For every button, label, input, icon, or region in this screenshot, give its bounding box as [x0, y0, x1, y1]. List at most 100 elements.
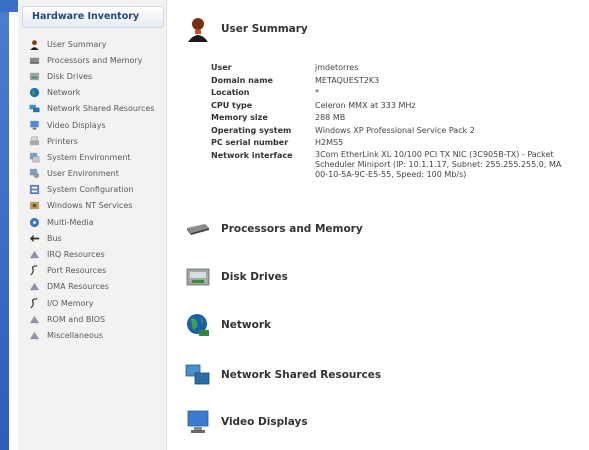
user-icon	[188, 18, 208, 42]
sidebar-item-network-shared-resources[interactable]: Network Shared Resources	[22, 101, 164, 117]
sidebar-item-label: DMA Resources	[47, 282, 109, 292]
sidebar-item-label: System Environment	[47, 152, 131, 162]
io-memory-icon	[28, 297, 40, 309]
main-content: User Summary User jmdetorres Domain name…	[185, 0, 589, 450]
summary-value: Celeron MMX at 333 MHz	[315, 100, 416, 110]
sidebar-item-label: Network Shared Resources	[47, 104, 155, 114]
summary-value: METAQUEST2K3	[315, 75, 380, 85]
shared-resources-icon	[185, 364, 210, 385]
sidebar-item-windows-nt-services[interactable]: Windows NT Services	[22, 198, 164, 214]
multimedia-icon	[28, 216, 40, 228]
irq-icon	[28, 249, 40, 261]
summary-key: CPU type	[211, 100, 253, 110]
bus-icon	[28, 232, 40, 244]
sidebar-item-system-configuration[interactable]: System Configuration	[22, 182, 164, 198]
sidebar-item-label: Printers	[47, 136, 78, 146]
services-icon	[28, 200, 40, 212]
summary-row: Location *	[211, 87, 589, 100]
user-icon	[28, 38, 40, 50]
summary-row: Operating system Windows XP Professional…	[211, 125, 589, 138]
summary-value: 288 MB	[315, 113, 346, 122]
user-environment-icon	[28, 168, 40, 180]
sidebar-item-label: I/O Memory	[47, 298, 94, 308]
section-user-summary: User Summary	[185, 16, 308, 42]
sidebar-item-printers[interactable]: Printers	[22, 133, 164, 149]
monitor-icon	[28, 119, 40, 131]
summary-value: jmdetorres	[315, 63, 359, 72]
section-disk-drives[interactable]: Disk Drives	[185, 264, 288, 290]
sidebar-title: Hardware Inventory	[32, 11, 140, 22]
disk-icon	[28, 70, 40, 82]
system-config-icon	[28, 184, 40, 196]
network-globe-icon	[187, 314, 209, 336]
summary-key: User	[211, 63, 232, 72]
sidebar-item-label: Processors and Memory	[47, 55, 143, 65]
misc-icon	[28, 329, 40, 341]
sidebar-item-io-memory[interactable]: I/O Memory	[22, 295, 164, 311]
section-title: Network	[221, 319, 272, 331]
sidebar-item-label: Port Resources	[47, 266, 107, 276]
sidebar-item-label: Miscellaneous	[47, 330, 104, 340]
summary-row: Domain name METAQUEST2K3	[211, 75, 589, 88]
sidebar-item-label: Disk Drives	[47, 71, 93, 81]
sidebar-item-label: IRQ Resources	[47, 250, 105, 260]
summary-value: 3Com EtherLink XL 10/100 PCI TX NIC (3C9…	[315, 149, 562, 179]
sidebar-item-network[interactable]: Network	[22, 85, 164, 101]
dma-icon	[28, 281, 40, 293]
sidebar-item-label: Multi-Media	[47, 217, 94, 227]
section-video-displays[interactable]: Video Displays	[185, 409, 308, 435]
section-title: User Summary	[221, 23, 308, 35]
processor-chip-icon	[187, 224, 209, 235]
summary-key: Network interface	[211, 150, 293, 160]
sidebar-item-irq-resources[interactable]: IRQ Resources	[22, 246, 164, 262]
sidebar-item-dma-resources[interactable]: DMA Resources	[22, 279, 164, 295]
sidebar-item-port-resources[interactable]: Port Resources	[22, 263, 164, 279]
summary-row: Memory size 288 MB	[211, 112, 589, 125]
section-title: Processors and Memory	[221, 223, 363, 235]
sidebar-item-user-environment[interactable]: User Environment	[22, 166, 164, 182]
section-processors-and-memory[interactable]: Processors and Memory	[185, 216, 363, 242]
sidebar-item-bus[interactable]: Bus	[22, 230, 164, 246]
sidebar-nav: User Summary Processors and Memory Disk …	[22, 36, 164, 344]
sidebar-item-label: System Configuration	[47, 185, 134, 195]
summary-value: Windows XP Professional Service Pack 2	[315, 125, 475, 135]
shared-resources-icon	[28, 103, 40, 115]
summary-key: Memory size	[211, 113, 268, 122]
summary-key: PC serial number	[211, 138, 289, 147]
sidebar-item-label: Video Displays	[47, 120, 106, 130]
summary-key: Operating system	[211, 125, 292, 135]
sidebar-item-label: ROM and BIOS	[47, 314, 106, 324]
sidebar-item-system-environment[interactable]: System Environment	[22, 149, 164, 165]
user-summary-table: User jmdetorres Domain name METAQUEST2K3…	[211, 62, 589, 180]
section-network[interactable]: Network	[185, 312, 271, 338]
sidebar-item-label: User Environment	[47, 169, 119, 179]
summary-row: CPU type Celeron MMX at 333 MHz	[211, 100, 589, 113]
sidebar-item-label: Network	[47, 88, 81, 98]
monitor-icon	[187, 410, 209, 433]
sidebar-item-label: Bus	[47, 233, 62, 243]
rom-bios-icon	[28, 313, 40, 325]
sidebar-item-video-displays[interactable]: Video Displays	[22, 117, 164, 133]
summary-key: Domain name	[211, 75, 273, 85]
section-title: Network Shared Resources	[221, 369, 382, 381]
network-globe-icon	[28, 87, 40, 99]
sidebar-item-processors-and-memory[interactable]: Processors and Memory	[22, 52, 164, 68]
sidebar-item-multi-media[interactable]: Multi-Media	[22, 214, 164, 230]
sidebar-item-user-summary[interactable]: User Summary	[22, 36, 164, 52]
summary-row: Network interface 3Com EtherLink XL 10/1…	[211, 150, 589, 181]
sidebar-item-rom-and-bios[interactable]: ROM and BIOS	[22, 311, 164, 327]
section-title: Video Displays	[221, 416, 308, 428]
sidebar-item-disk-drives[interactable]: Disk Drives	[22, 68, 164, 84]
section-network-shared-resources[interactable]: Network Shared Resources	[185, 362, 381, 388]
sidebar-item-label: Windows NT Services	[47, 201, 133, 211]
summary-value: H2MS5	[315, 138, 344, 147]
summary-row: PC serial number H2MS5	[211, 137, 589, 150]
processor-icon	[28, 54, 40, 66]
printer-icon	[28, 135, 40, 147]
port-icon	[28, 265, 40, 277]
sidebar: Hardware Inventory User Summary Processo…	[18, 0, 167, 450]
sidebar-item-miscellaneous[interactable]: Miscellaneous	[22, 327, 164, 343]
summary-value: *	[315, 88, 319, 97]
system-environment-icon	[28, 151, 40, 163]
section-title: Disk Drives	[221, 271, 288, 283]
